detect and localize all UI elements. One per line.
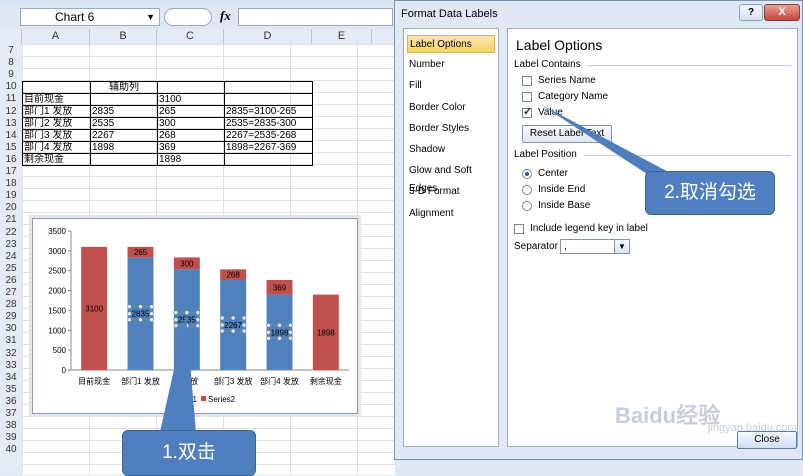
callout2-pointer: [540, 104, 676, 176]
watermark-url: jingyan.baidu.com: [708, 422, 797, 434]
callout-step-2: 2.取消勾选: [645, 171, 775, 215]
callout1-pointer: [160, 316, 196, 432]
watermark-logo: Baidu经验: [615, 403, 721, 428]
callout-step-1: 1.双击: [122, 430, 256, 476]
